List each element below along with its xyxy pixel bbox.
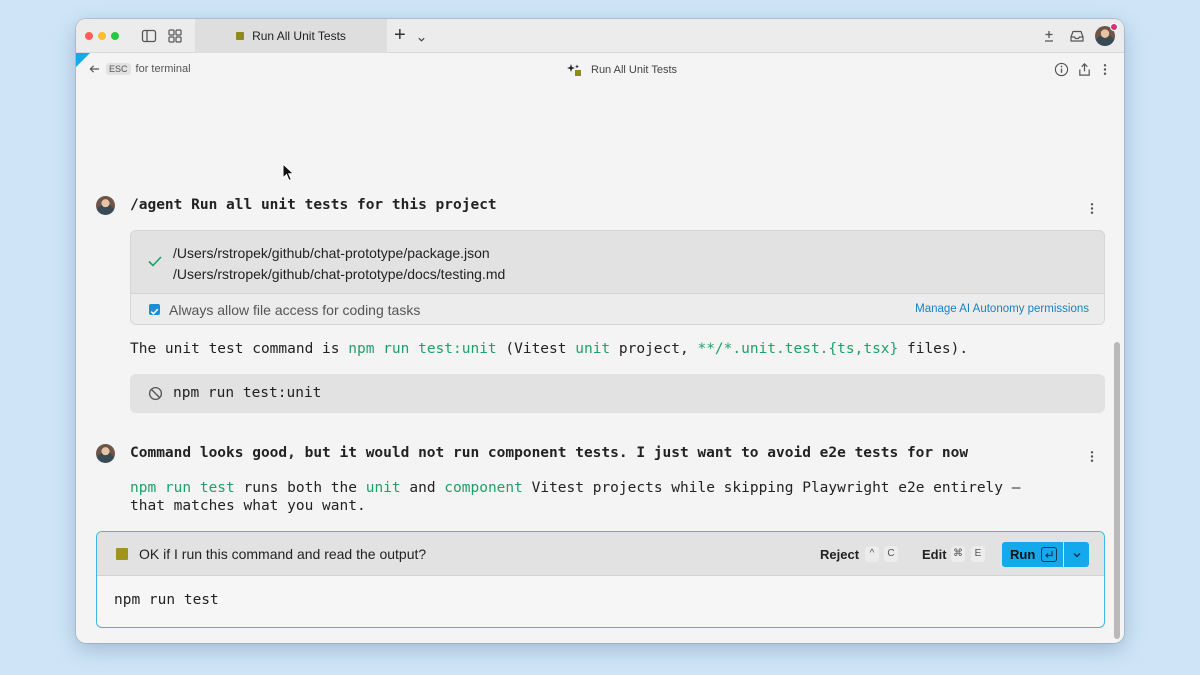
arrow-left-icon <box>89 65 100 73</box>
grid-view-icon[interactable] <box>167 28 183 44</box>
agent-response-1: The unit test command is npm run test:un… <box>130 341 968 357</box>
conversation-title: Run All Unit Tests <box>566 63 677 77</box>
conversation-title-text: Run All Unit Tests <box>591 64 678 76</box>
approval-question: OK if I run this command and read the ou… <box>139 546 427 562</box>
file-access-footer: Always allow file access for coding task… <box>131 293 1104 324</box>
agent-response-2: npm run test runs both the unit and comp… <box>130 479 1020 515</box>
mouse-cursor-icon <box>282 163 295 182</box>
inline-code: component <box>444 480 523 496</box>
user-avatar-message-1 <box>96 196 115 215</box>
response-text: runs both the <box>234 480 366 496</box>
sidebar-toggle-icon[interactable] <box>141 28 157 44</box>
file-path-list: /Users/rstropek/github/chat-prototype/pa… <box>173 243 505 285</box>
approval-bar: OK if I run this command and read the ou… <box>97 532 1104 576</box>
more-options-icon[interactable] <box>1102 62 1108 82</box>
corner-indicator <box>76 53 90 67</box>
always-allow-label[interactable]: Always allow file access for coding task… <box>169 302 420 318</box>
inline-code: **/*.unit.test.{ts,tsx} <box>697 341 899 357</box>
response-text: The unit test command is <box>130 341 349 357</box>
proposed-command: npm run test <box>114 592 219 608</box>
chevron-down-icon <box>1072 552 1081 558</box>
user-prompt-2: Command looks good, but it would not run… <box>130 445 969 461</box>
always-allow-checkbox[interactable] <box>149 304 160 315</box>
user-avatar-message-2 <box>96 444 115 463</box>
response-text: that matches what you want. <box>130 498 366 514</box>
close-window-button[interactable] <box>85 32 93 40</box>
inline-code: npm run test:unit <box>348 341 497 357</box>
edit-shortcut-key: ⌘ <box>951 546 965 562</box>
file-path-item: /Users/rstropek/github/chat-prototype/do… <box>173 266 506 282</box>
message-2-more-icon[interactable] <box>1089 449 1095 469</box>
minimize-window-button[interactable] <box>98 32 106 40</box>
tab-run-all-unit-tests[interactable]: Run All Unit Tests <box>195 19 387 53</box>
response-text: (Vitest <box>496 341 576 357</box>
esc-key: ESC <box>106 63 131 75</box>
new-tab-button[interactable]: + <box>394 25 406 45</box>
command-approval-panel: OK if I run this command and read the ou… <box>96 531 1105 628</box>
file-path-item: /Users/rstropek/github/chat-prototype/pa… <box>173 245 490 261</box>
response-text: project, <box>610 341 698 357</box>
tab-status-icon <box>236 32 245 40</box>
scrollbar[interactable] <box>1114 342 1120 639</box>
message-1-more-icon[interactable] <box>1089 201 1095 221</box>
user-prompt-1: /agent Run all unit tests for this proje… <box>130 197 497 213</box>
inline-code: unit <box>575 341 611 357</box>
app-window: Run All Unit Tests + ESC for terminal Ru… <box>76 19 1124 643</box>
share-icon[interactable] <box>1077 62 1092 82</box>
run-button[interactable]: Run <box>1002 542 1063 567</box>
back-label: for terminal <box>135 63 191 75</box>
run-options-dropdown[interactable] <box>1064 542 1089 567</box>
ban-icon <box>148 386 163 406</box>
edit-button[interactable]: Edit <box>922 547 947 562</box>
response-text: files). <box>898 341 969 357</box>
maximize-window-button[interactable] <box>111 32 119 40</box>
inline-code: npm run test <box>130 480 235 496</box>
edit-shortcut-key: E <box>971 546 985 562</box>
rejected-command-block: npm run test:unit <box>130 374 1105 413</box>
inbox-icon[interactable] <box>1069 28 1085 49</box>
response-text: and <box>400 480 445 496</box>
plus-minus-icon[interactable] <box>1042 28 1056 49</box>
tab-bar: Run All Unit Tests + <box>76 19 1124 53</box>
check-icon <box>147 254 163 273</box>
run-button-label: Run <box>1010 547 1036 562</box>
tab-title: Run All Unit Tests <box>252 29 346 43</box>
response-text: Vitest projects while skipping Playwrigh… <box>522 480 1021 496</box>
rejected-command-text: npm run test:unit <box>173 385 322 401</box>
manage-autonomy-link[interactable]: Manage AI Autonomy permissions <box>915 303 1089 315</box>
enter-key-icon <box>1041 547 1058 562</box>
reject-shortcut-key: ^ <box>865 546 879 562</box>
pending-status-icon <box>116 548 128 560</box>
reject-button[interactable]: Reject <box>820 547 859 562</box>
notification-badge <box>1110 23 1118 31</box>
agent-sparkle-icon <box>567 64 581 76</box>
chevron-down-icon[interactable] <box>417 31 426 49</box>
back-to-terminal-link[interactable]: ESC for terminal <box>89 63 191 75</box>
reject-shortcut-key: C <box>884 546 898 562</box>
file-access-panel: /Users/rstropek/github/chat-prototype/pa… <box>130 230 1105 325</box>
conversation-header: ESC for terminal Run All Unit Tests <box>76 53 1124 87</box>
info-icon[interactable] <box>1054 62 1069 82</box>
inline-code: unit <box>365 480 401 496</box>
checkmark-icon <box>150 308 159 315</box>
